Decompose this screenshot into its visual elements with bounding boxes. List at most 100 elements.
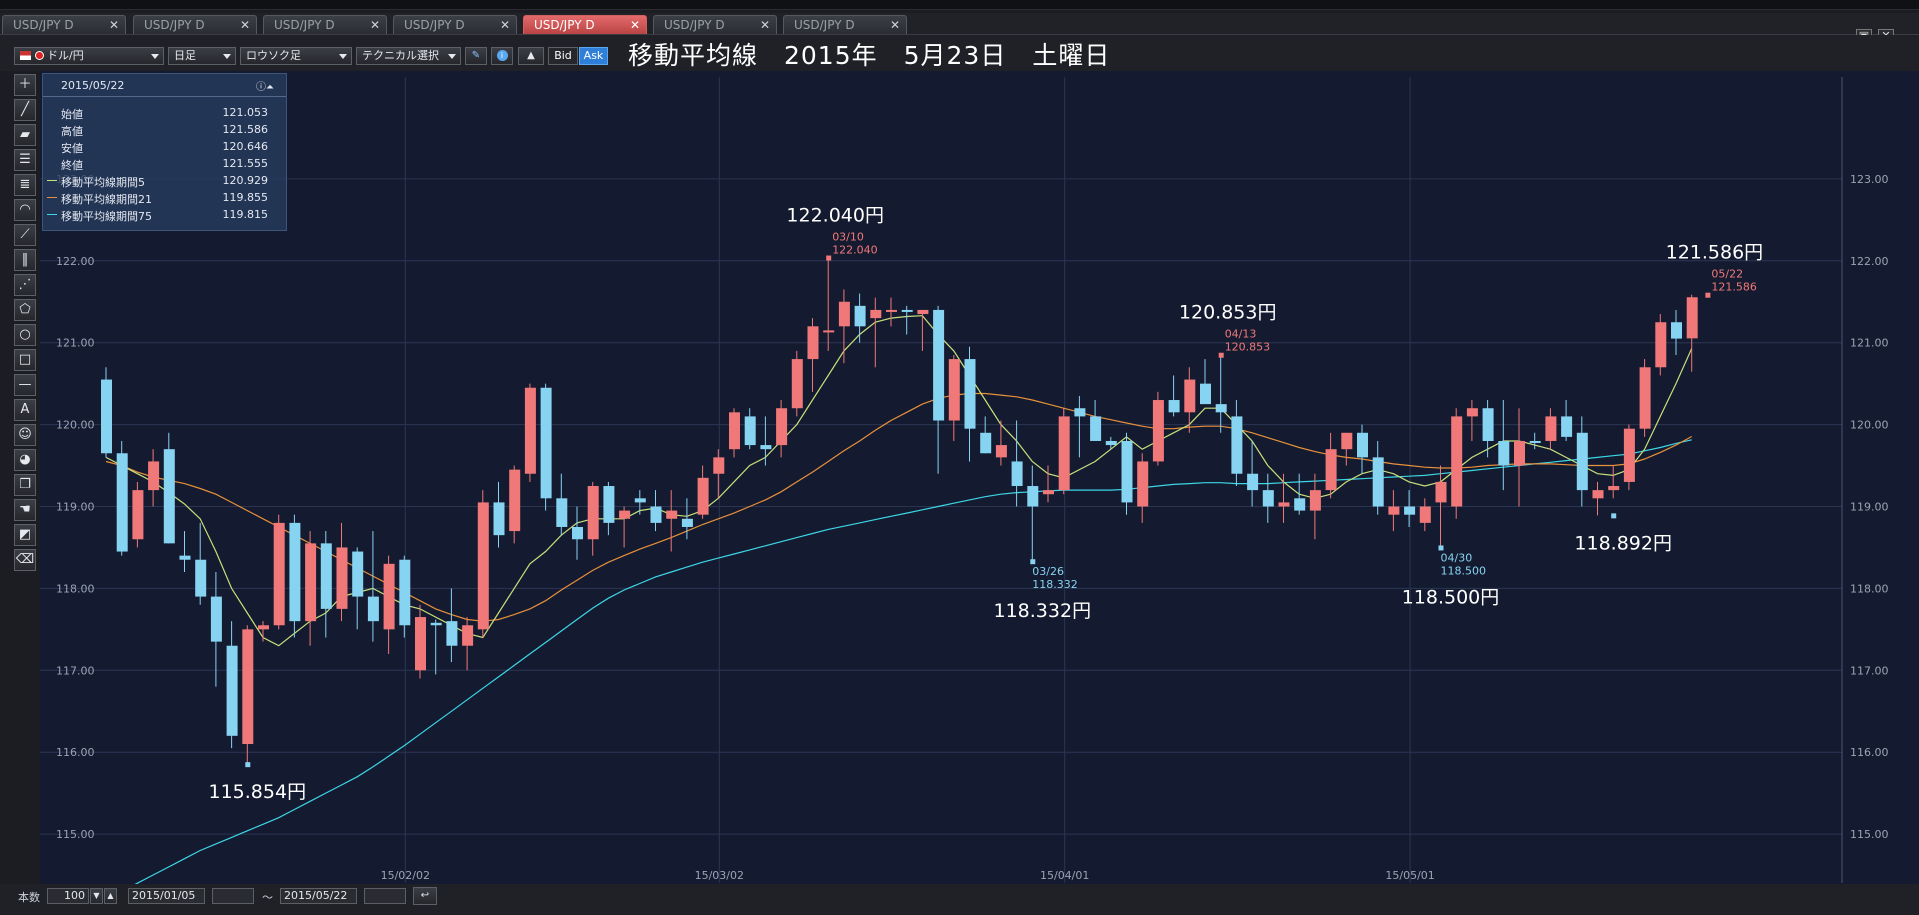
extreme-marker (826, 255, 832, 261)
tab-usdjpy-active[interactable]: USD/JPY D ✕ (523, 15, 647, 34)
from-time-input[interactable] (212, 888, 254, 904)
magnet-icon[interactable]: ◕ (14, 449, 36, 471)
tab-usdjpy-1[interactable]: USD/JPY D ✕ (2, 15, 126, 34)
tab-label: USD/JPY D (144, 18, 205, 32)
pen-tool-button[interactable]: ✎ (465, 47, 487, 65)
count-up-icon[interactable]: ▲ (104, 888, 117, 904)
trendline-icon[interactable]: ╱ (14, 99, 36, 121)
candle-body (415, 617, 426, 671)
ask-button[interactable]: Ask (579, 47, 608, 65)
chevron-down-icon (448, 54, 456, 59)
y-tick-label-left: 122.00 (56, 255, 95, 268)
info-value: 121.586 (222, 123, 269, 136)
candle-body (1121, 440, 1133, 503)
emoji-icon[interactable]: ☺ (14, 424, 36, 446)
candle-body (807, 326, 819, 360)
info-value: 119.815 (222, 208, 269, 221)
close-icon[interactable]: ✕ (109, 16, 119, 34)
vertical-lines-icon[interactable]: ‖ (14, 249, 36, 271)
candle-body (697, 477, 709, 515)
candle-body (1011, 461, 1023, 487)
close-icon[interactable]: ✕ (630, 16, 640, 34)
close-icon[interactable]: ✕ (370, 16, 380, 34)
info-icon: i (496, 50, 508, 61)
candle-body (1152, 400, 1164, 462)
y-tick-label: 117.00 (1850, 664, 1889, 677)
from-date-input[interactable]: 2015/01/05 (128, 888, 205, 904)
close-icon[interactable]: ✕ (760, 16, 770, 34)
technical-select[interactable]: テクニカル選択 (356, 47, 461, 65)
extreme-label: 122.040円 (786, 205, 884, 227)
candle (163, 432, 175, 544)
extreme-date: 03/26 (1032, 565, 1064, 578)
rectangle-icon[interactable]: □ (14, 349, 36, 371)
extreme-marker (1218, 352, 1224, 358)
info-row-ma75: 移動平均線期間75 119.815 (43, 208, 286, 223)
info-row-ma21: 移動平均線期間21 119.855 (43, 191, 286, 206)
circle-icon[interactable]: ○ (14, 324, 36, 346)
chevron-down-icon (223, 54, 231, 59)
pentagon-icon[interactable]: ⬠ (14, 299, 36, 321)
to-date-input[interactable]: 2015/05/22 (280, 888, 357, 904)
extreme-date: 04/30 (1441, 551, 1473, 564)
tab-usdjpy-7[interactable]: USD/JPY D ✕ (783, 15, 907, 34)
eraser-icon[interactable]: ◩ (14, 524, 36, 546)
hand-icon[interactable]: ☚ (14, 499, 36, 521)
horizontal-lines-icon[interactable]: ☰ (14, 149, 36, 171)
horizontal-line-icon[interactable]: — (14, 374, 36, 396)
chart-type-select[interactable]: ロウソク足 (240, 47, 352, 65)
y-tick-label: 118.00 (1850, 582, 1889, 595)
candle (132, 481, 144, 548)
crosshair-icon[interactable]: ＋ (14, 74, 36, 96)
ruler-icon[interactable]: ▰ (14, 124, 36, 146)
count-down-icon[interactable]: ▼ (90, 888, 103, 904)
currency-pair-select[interactable]: ドル/円 (14, 47, 164, 65)
close-icon[interactable]: ✕ (890, 16, 900, 34)
eraser-all-icon[interactable]: ⌫ (14, 549, 36, 571)
candle-body (540, 387, 552, 499)
y-tick-label: 119.00 (1850, 501, 1889, 514)
fan-icon[interactable]: ⟋ (14, 224, 36, 246)
candle-body (1105, 440, 1117, 446)
candle-body (101, 379, 112, 454)
tab-usdjpy-2[interactable]: USD/JPY D ✕ (133, 15, 257, 34)
extreme-label: 115.854円 (209, 781, 307, 803)
candle-body (1357, 432, 1368, 458)
info-row-low: 安値 120.646 (43, 140, 286, 155)
candlestick-chart[interactable]: 115.854円03/10122.040122.040円03/26118.332… (40, 71, 1919, 884)
tab-usdjpy-3[interactable]: USD/JPY D ✕ (263, 15, 387, 34)
candle (1121, 432, 1133, 515)
candle-body (1027, 486, 1039, 507)
tab-usdjpy-6[interactable]: USD/JPY D ✕ (653, 15, 777, 34)
to-time-input[interactable] (364, 888, 406, 904)
candle (101, 367, 112, 458)
return-icon[interactable]: ↩ (413, 887, 437, 905)
candle-body (1215, 404, 1227, 413)
text-icon[interactable]: A (14, 399, 36, 421)
volume-button[interactable]: ▲ (518, 47, 544, 65)
candle-body (948, 359, 960, 421)
fibonacci-icon[interactable]: ≣ (14, 174, 36, 196)
candle-body (917, 309, 929, 315)
candle-body (587, 486, 599, 540)
timeframe-select[interactable]: 日足 (168, 47, 236, 65)
close-icon[interactable]: ✕ (500, 16, 510, 34)
bid-button[interactable]: Bid (548, 47, 578, 65)
x-tick-label: 15/02/02 (381, 869, 430, 882)
y-tick-label: 123.00 (1850, 173, 1889, 186)
drawing-tools-sidebar: ＋ ╱ ▰ ☰ ≣ ◠ ⟋ ‖ ⋰ ⬠ ○ □ — A ☺ ◕ ❐ ☚ ◩ ⌫ (12, 72, 40, 884)
candle (242, 625, 254, 765)
range-tilde: 〜 (262, 891, 273, 904)
arc-icon[interactable]: ◠ (14, 199, 36, 221)
ma5-swatch (47, 180, 57, 181)
count-input[interactable]: 100 (47, 888, 89, 904)
info-collapse-icon[interactable]: ⓘ⏶ (256, 78, 274, 93)
close-icon[interactable]: ✕ (240, 16, 250, 34)
extreme-value-small: 118.332 (1032, 578, 1078, 591)
candle-body (1247, 473, 1259, 491)
copy-icon[interactable]: ❐ (14, 474, 36, 496)
pitchfork-icon[interactable]: ⋰ (14, 274, 36, 296)
ohlc-info-panel[interactable]: 2015/05/22 ⓘ⏶ 始値 121.053 高値 121.586 安値 120.… (42, 73, 287, 231)
info-button[interactable]: i (491, 47, 513, 65)
tab-usdjpy-4[interactable]: USD/JPY D ✕ (393, 15, 517, 34)
